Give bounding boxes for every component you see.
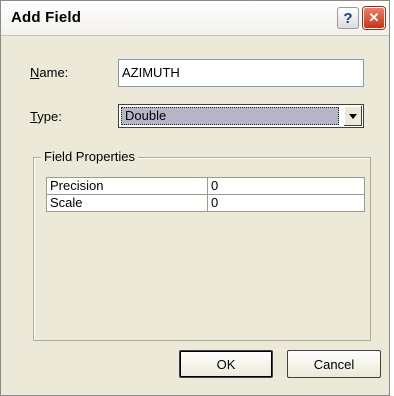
- scale-key: Scale: [46, 194, 208, 212]
- table-row: Precision 0: [46, 177, 365, 195]
- add-field-dialog: Add Field ? ✕ Name: AZIMUTH Type: Double…: [0, 0, 390, 396]
- help-icon: ?: [343, 9, 353, 27]
- help-button[interactable]: ?: [337, 7, 359, 29]
- name-label-text: ame:: [39, 65, 69, 80]
- window-title: Add Field: [11, 9, 82, 26]
- chevron-down-icon: [349, 114, 357, 119]
- close-button[interactable]: ✕: [363, 7, 385, 29]
- field-properties-legend: Field Properties: [41, 149, 139, 164]
- field-properties-table: Precision 0 Scale 0: [46, 177, 365, 212]
- name-label: Name:: [30, 65, 68, 80]
- title-bar[interactable]: Add Field ? ✕: [1, 1, 389, 36]
- precision-key: Precision: [46, 177, 208, 195]
- cancel-button[interactable]: Cancel: [287, 350, 381, 378]
- type-select-value: Double: [121, 107, 339, 125]
- name-input[interactable]: AZIMUTH: [118, 59, 364, 87]
- precision-value[interactable]: 0: [207, 177, 365, 195]
- name-label-accelerator: N: [30, 65, 40, 80]
- ok-button[interactable]: OK: [179, 350, 273, 378]
- type-label: Type:: [30, 109, 62, 124]
- table-row: Scale 0: [46, 194, 365, 212]
- type-select[interactable]: Double: [118, 104, 364, 128]
- close-icon: ✕: [368, 10, 380, 25]
- type-dropdown-button[interactable]: [343, 106, 362, 126]
- type-label-text: ype:: [37, 109, 62, 124]
- scale-value[interactable]: 0: [207, 194, 365, 212]
